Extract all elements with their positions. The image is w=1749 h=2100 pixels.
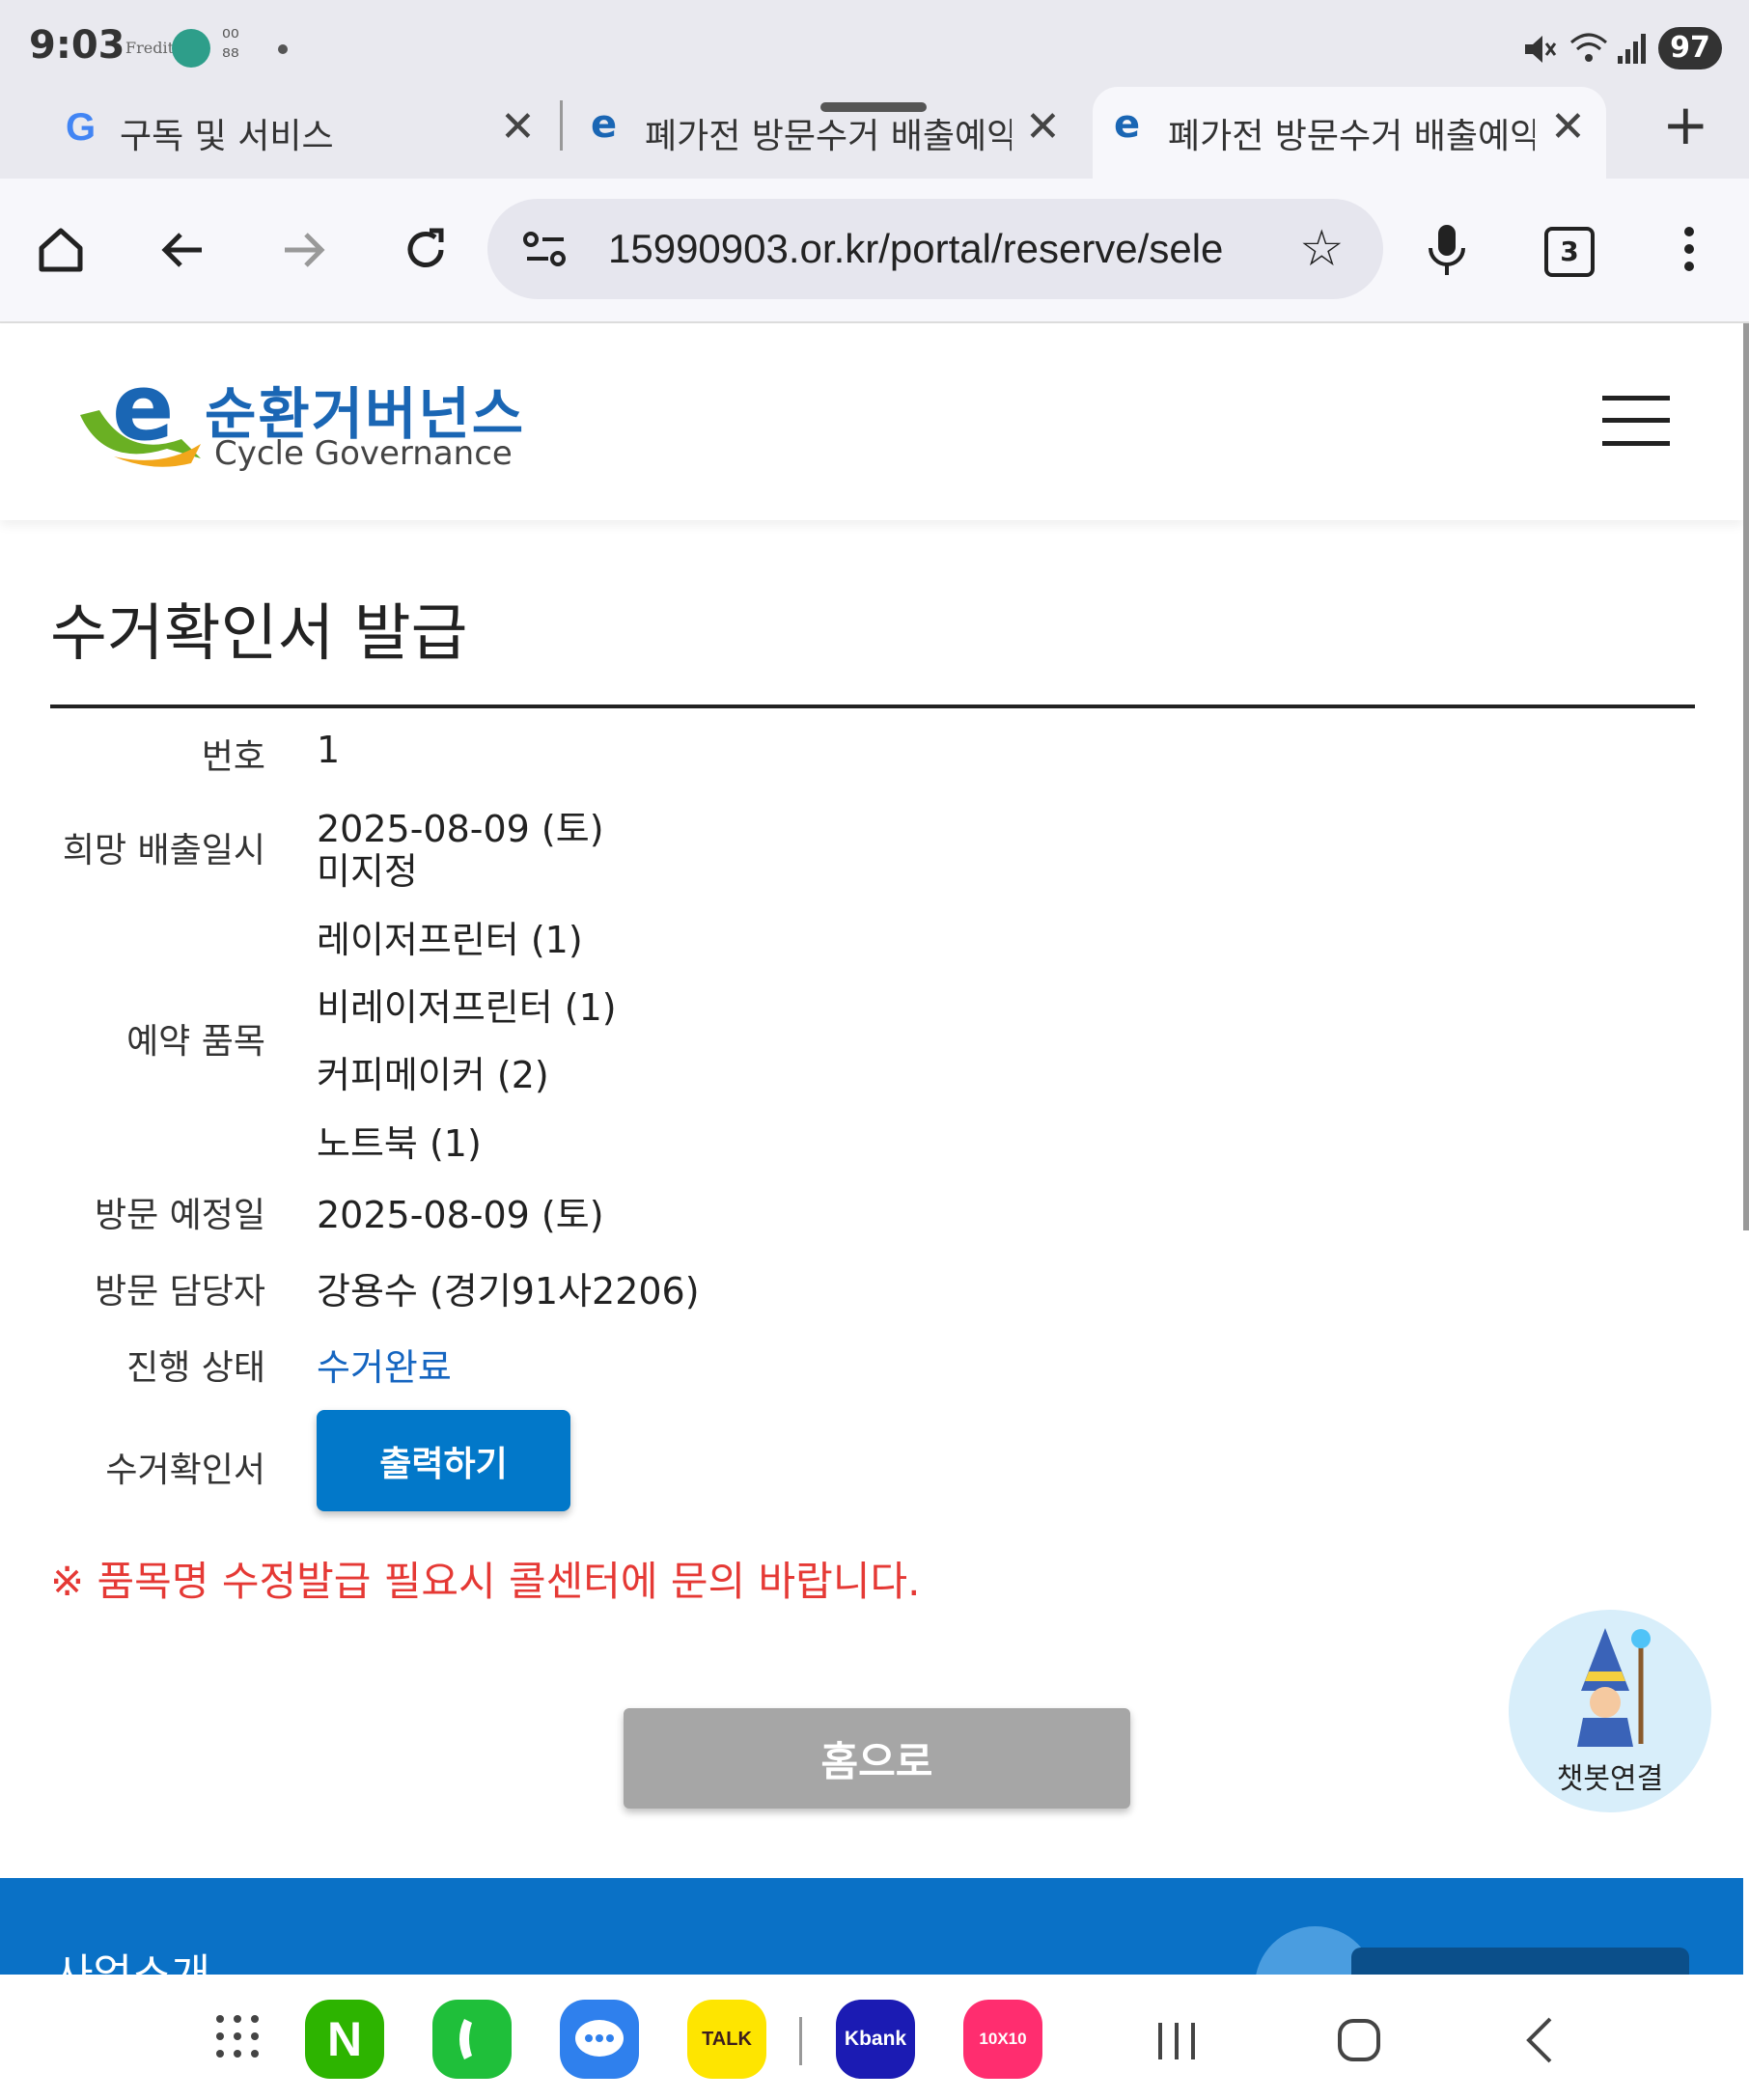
notice-text: ※ 품목명 수정발급 필요시 콜센터에 문의 바랍니다. (50, 1558, 921, 1605)
google-icon: G (66, 106, 97, 149)
forward-arrow-icon[interactable] (268, 214, 340, 286)
wifi-icon (1570, 33, 1607, 62)
desired-date-label: 희망 배출일시 (62, 831, 265, 870)
signal-icon (1618, 34, 1646, 64)
scrollbar[interactable] (1743, 323, 1749, 1230)
home-icon[interactable] (25, 214, 97, 286)
visit-date-value: 2025-08-09 (토) (317, 1194, 604, 1236)
status-value: 수거완료 (317, 1346, 452, 1389)
site-favicon-icon: e (1114, 102, 1141, 147)
wizard-mascot-icon (1577, 1628, 1651, 1747)
phone-app-icon[interactable] (432, 2000, 512, 2079)
kbank-app-icon[interactable]: Kbank (836, 2000, 915, 2079)
visitor-label: 방문 담당자 (94, 1272, 265, 1312)
app-drawer-icon[interactable] (214, 2013, 261, 2063)
close-icon[interactable]: ✕ (1025, 106, 1061, 149)
close-icon[interactable]: ✕ (500, 106, 536, 149)
dock-divider (799, 2017, 802, 2065)
bookmark-star-icon[interactable]: ☆ (1299, 224, 1345, 274)
close-icon[interactable]: ✕ (1550, 106, 1586, 149)
tab-title: 폐가전 방문수거 배출예약시 (645, 117, 1012, 156)
number-value: 1 (317, 729, 341, 771)
status-bar (0, 0, 1749, 87)
mute-icon (1525, 36, 1557, 63)
site-settings-icon[interactable] (521, 228, 569, 274)
page-title: 수거확인서 발급 (50, 598, 468, 670)
site-footer (0, 1878, 1743, 1975)
tab-reservation-1[interactable]: e 폐가전 방문수거 배출예약시 ✕ (569, 87, 1081, 179)
tab-reservation-2-active[interactable]: e 폐가전 방문수거 배출예약시 ✕ (1093, 87, 1606, 179)
battery-indicator: 97 (1658, 27, 1722, 69)
tab-divider (560, 100, 563, 151)
status-label: 진행 상태 (126, 1348, 265, 1388)
notification-app-name: Fredit (125, 39, 175, 57)
url-text[interactable]: 15990903.or.kr/portal/reserve/sele (608, 226, 1223, 272)
chatbot-label[interactable]: 챗봇연결 (1509, 1755, 1711, 1797)
items-label: 예약 품목 (126, 1022, 265, 1062)
10x10-app-icon[interactable]: 10X10 (963, 2000, 1042, 2079)
naver-app-icon[interactable]: N (305, 2000, 384, 2079)
item-laptop: 노트북 (1) (317, 1122, 482, 1165)
item-non-laser-printer: 비레이저프린터 (1) (317, 986, 617, 1029)
tab-title: 폐가전 방문수거 배출예약시 (1168, 117, 1535, 156)
callcenter-banner[interactable] (1351, 1948, 1689, 1975)
back-arrow-icon[interactable] (147, 214, 218, 286)
site-logo-icon[interactable]: e (75, 355, 206, 472)
recent-apps-icon[interactable] (1154, 2019, 1199, 2067)
tab-switcher-button[interactable]: 3 (1544, 227, 1595, 277)
microphone-icon[interactable] (1411, 214, 1483, 286)
messages-app-icon[interactable] (560, 2000, 639, 2079)
number-label: 번호 (201, 737, 265, 777)
new-tab-icon[interactable]: + (1662, 97, 1709, 152)
home-button[interactable]: 홈으로 (624, 1708, 1130, 1809)
home-nav-icon[interactable] (1336, 2017, 1382, 2067)
visitor-value: 강용수 (경기91사2206) (317, 1270, 700, 1312)
dot-indicator-icon (278, 44, 288, 54)
item-laser-printer: 레이저프린터 (1) (317, 919, 583, 961)
site-logo-english[interactable]: Cycle Governance (214, 434, 513, 473)
svg-text:e: e (112, 372, 174, 461)
item-coffee-maker: 커피메이커 (2) (317, 1054, 549, 1096)
tab-title: 구독 및 서비스 (120, 117, 334, 156)
back-nav-icon[interactable] (1521, 2015, 1560, 2069)
reload-icon[interactable] (390, 214, 461, 286)
notification-app-icon (172, 29, 210, 68)
visit-date-label: 방문 예정일 (94, 1196, 265, 1235)
kakaotalk-app-icon[interactable]: TALK (687, 2000, 766, 2079)
desired-time-value: 미지정 (317, 850, 418, 893)
print-button[interactable]: 출력하기 (317, 1410, 570, 1511)
more-menu-icon[interactable] (1680, 224, 1699, 278)
certificate-label: 수거확인서 (105, 1451, 265, 1490)
title-divider (50, 705, 1695, 708)
site-favicon-icon: e (591, 102, 618, 147)
status-time: 9:03 (29, 23, 125, 68)
grid-app-icon: ⁰⁰ ⁸⁸ (222, 26, 239, 69)
tab-subscriptions[interactable]: G 구독 및 서비스 ✕ (39, 87, 560, 179)
hamburger-menu-icon[interactable] (1602, 394, 1670, 452)
